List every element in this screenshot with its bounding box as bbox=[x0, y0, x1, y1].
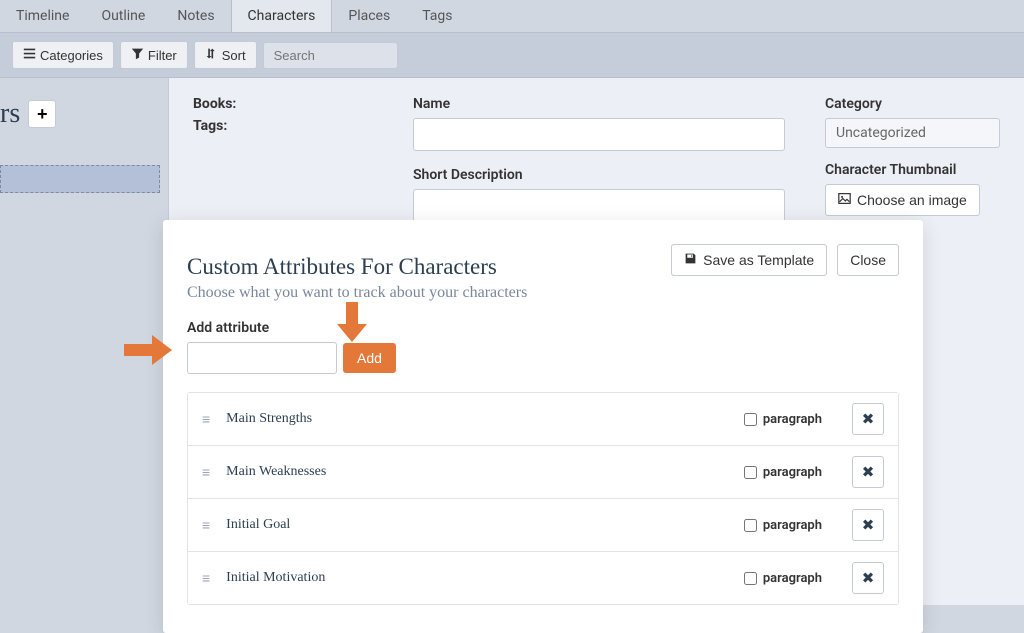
attribute-list: ≡ Main Strengths paragraph ✖ ≡ Main Weak… bbox=[187, 392, 899, 605]
paragraph-label: paragraph bbox=[763, 518, 822, 533]
modal-subtitle: Choose what you want to track about your… bbox=[187, 284, 899, 302]
attribute-type-toggle[interactable]: paragraph bbox=[744, 571, 822, 586]
tab-places[interactable]: Places bbox=[332, 0, 406, 32]
modal-title: Custom Attributes For Characters bbox=[187, 254, 497, 280]
delete-attribute-button[interactable]: ✖ bbox=[852, 562, 884, 594]
drag-handle-icon[interactable]: ≡ bbox=[202, 570, 210, 587]
books-label: Books: bbox=[193, 96, 373, 112]
close-icon: ✖ bbox=[862, 516, 875, 534]
add-attribute-button[interactable]: Add bbox=[343, 343, 396, 373]
panel-title-text: rs bbox=[0, 98, 20, 130]
attribute-name: Main Strengths bbox=[226, 411, 744, 427]
paragraph-label: paragraph bbox=[763, 412, 822, 427]
paragraph-checkbox[interactable] bbox=[744, 572, 757, 585]
attribute-name: Initial Goal bbox=[226, 517, 744, 533]
delete-attribute-button[interactable]: ✖ bbox=[852, 456, 884, 488]
paragraph-checkbox[interactable] bbox=[744, 413, 757, 426]
save-template-label: Save as Template bbox=[703, 252, 814, 268]
attribute-row: ≡ Main Weaknesses paragraph ✖ bbox=[188, 446, 898, 499]
sort-icon bbox=[205, 47, 218, 63]
panel-title: rs + bbox=[0, 98, 160, 130]
attribute-name: Initial Motivation bbox=[226, 570, 744, 586]
tab-tags[interactable]: Tags bbox=[406, 0, 468, 32]
annotation-arrow-down bbox=[337, 302, 367, 342]
delete-attribute-button[interactable]: ✖ bbox=[852, 403, 884, 435]
categories-button[interactable]: Categories bbox=[12, 41, 114, 69]
shortdesc-label: Short Description bbox=[413, 167, 785, 183]
add-attribute-input[interactable] bbox=[187, 342, 337, 374]
add-attribute-label: Add attribute bbox=[187, 320, 899, 336]
sort-label: Sort bbox=[222, 48, 246, 63]
close-icon: ✖ bbox=[862, 410, 875, 428]
tab-notes[interactable]: Notes bbox=[161, 0, 230, 32]
attribute-name: Main Weaknesses bbox=[226, 464, 744, 480]
paragraph-checkbox[interactable] bbox=[744, 519, 757, 532]
category-select[interactable]: Uncategorized bbox=[825, 118, 1000, 148]
drag-handle-icon[interactable]: ≡ bbox=[202, 517, 210, 534]
list-icon bbox=[23, 47, 36, 63]
choose-image-label: Choose an image bbox=[857, 192, 967, 208]
tab-characters[interactable]: Characters bbox=[231, 0, 333, 32]
toolbar: Categories Filter Sort bbox=[0, 33, 1024, 78]
attribute-row: ≡ Main Strengths paragraph ✖ bbox=[188, 393, 898, 446]
filter-label: Filter bbox=[148, 48, 177, 63]
thumbnail-label: Character Thumbnail bbox=[825, 162, 1000, 178]
save-icon bbox=[684, 252, 697, 268]
shortdesc-input[interactable] bbox=[413, 189, 785, 222]
custom-attributes-modal: Custom Attributes For Characters Save as… bbox=[163, 220, 923, 633]
add-character-button[interactable]: + bbox=[28, 100, 56, 128]
paragraph-label: paragraph bbox=[763, 465, 822, 480]
filter-button[interactable]: Filter bbox=[120, 41, 188, 69]
attribute-type-toggle[interactable]: paragraph bbox=[744, 465, 822, 480]
name-label: Name bbox=[413, 96, 785, 112]
close-icon: ✖ bbox=[862, 463, 875, 481]
paragraph-label: paragraph bbox=[763, 571, 822, 586]
name-input[interactable] bbox=[413, 118, 785, 151]
sort-button[interactable]: Sort bbox=[194, 41, 257, 69]
close-icon: ✖ bbox=[862, 569, 875, 587]
drag-handle-icon[interactable]: ≡ bbox=[202, 464, 210, 481]
tags-label: Tags: bbox=[193, 118, 373, 134]
attribute-row: ≡ Initial Motivation paragraph ✖ bbox=[188, 552, 898, 604]
attribute-type-toggle[interactable]: paragraph bbox=[744, 518, 822, 533]
categories-label: Categories bbox=[40, 48, 103, 63]
save-template-button[interactable]: Save as Template bbox=[671, 244, 827, 276]
paragraph-checkbox[interactable] bbox=[744, 466, 757, 479]
tab-outline[interactable]: Outline bbox=[85, 0, 161, 32]
top-nav-tabs: Timeline Outline Notes Characters Places… bbox=[0, 0, 1024, 33]
drag-handle-icon[interactable]: ≡ bbox=[202, 411, 210, 428]
image-icon bbox=[838, 192, 851, 208]
filter-icon bbox=[131, 47, 144, 63]
attribute-row: ≡ Initial Goal paragraph ✖ bbox=[188, 499, 898, 552]
annotation-arrow-right bbox=[124, 335, 172, 365]
character-list-item[interactable] bbox=[0, 165, 160, 193]
tab-timeline[interactable]: Timeline bbox=[0, 0, 85, 32]
close-button[interactable]: Close bbox=[837, 244, 899, 276]
attribute-type-toggle[interactable]: paragraph bbox=[744, 412, 822, 427]
choose-image-button[interactable]: Choose an image bbox=[825, 184, 980, 216]
category-label: Category bbox=[825, 96, 1000, 112]
search-input[interactable] bbox=[263, 42, 398, 69]
delete-attribute-button[interactable]: ✖ bbox=[852, 509, 884, 541]
